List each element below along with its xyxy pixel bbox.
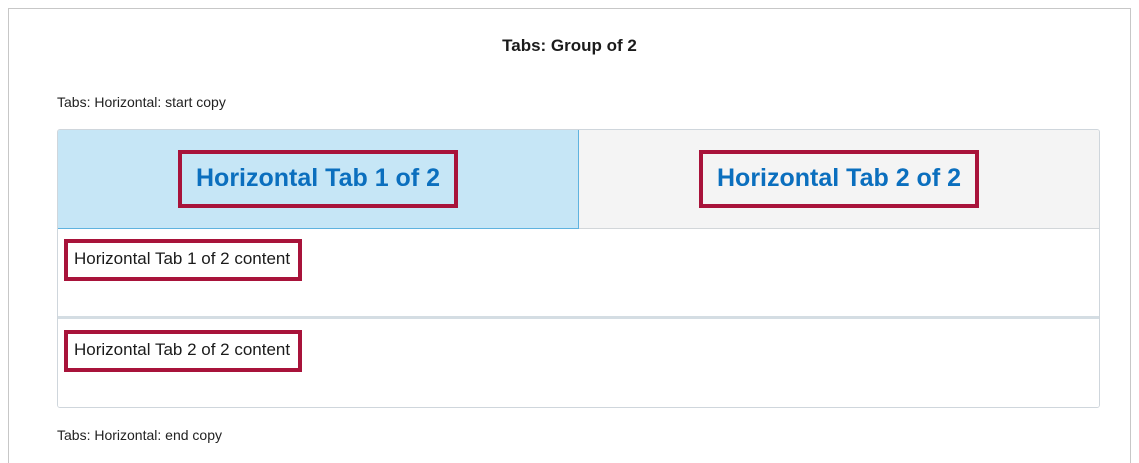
tab-bar: Horizontal Tab 1 of 2 Horizontal Tab 2 o… — [58, 130, 1099, 229]
tab-horizontal-1[interactable]: Horizontal Tab 1 of 2 — [58, 130, 579, 229]
tab-horizontal-2-label: Horizontal Tab 2 of 2 — [699, 150, 979, 208]
tab-horizontal-2[interactable]: Horizontal Tab 2 of 2 — [579, 130, 1099, 229]
horizontal-tabs: Horizontal Tab 1 of 2 Horizontal Tab 2 o… — [57, 129, 1100, 408]
tab-panel-1: Horizontal Tab 1 of 2 content — [58, 229, 1099, 319]
end-copy-label: Tabs: Horizontal: end copy — [57, 427, 222, 443]
group-title: Tabs: Group of 2 — [502, 36, 637, 55]
tab-panel-2-content: Horizontal Tab 2 of 2 content — [64, 330, 303, 372]
tab-horizontal-1-label: Horizontal Tab 1 of 2 — [178, 150, 458, 208]
start-copy-label: Tabs: Horizontal: start copy — [57, 94, 226, 110]
tab-panel-1-content: Horizontal Tab 1 of 2 content — [64, 239, 303, 281]
tab-panel-2: Horizontal Tab 2 of 2 content — [58, 320, 1099, 407]
tabs-demo-frame: Tabs: Group of 2 Tabs: Horizontal: start… — [8, 8, 1131, 463]
